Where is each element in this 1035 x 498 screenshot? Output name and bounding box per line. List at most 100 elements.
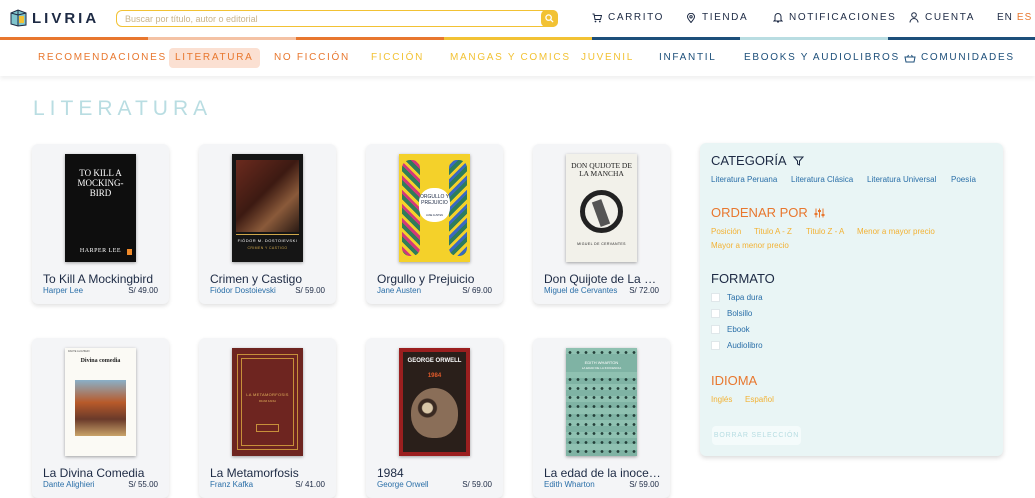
- checkbox[interactable]: [711, 341, 720, 350]
- search-box: [116, 10, 558, 27]
- category-nav: RECOMENDACIONES LITERATURA NO FICCIÓN FI…: [0, 40, 1035, 76]
- nav-recomendaciones[interactable]: RECOMENDACIONES: [32, 48, 173, 68]
- brand-logo[interactable]: LIVRIA: [10, 9, 99, 27]
- book-author[interactable]: Harper Lee: [43, 286, 118, 295]
- book-title[interactable]: Orgullo y Prejuicio: [377, 272, 497, 286]
- format-option-ebook[interactable]: Ebook: [711, 325, 750, 334]
- book-card[interactable]: TO KILL A MOCKING-BIRD HARPER LEE To Kil…: [32, 144, 169, 304]
- sort-option[interactable]: Posición: [711, 227, 741, 236]
- cover-author: MIGUEL DE CERVANTES: [577, 242, 626, 246]
- book-title[interactable]: Crimen y Castigo: [210, 272, 330, 286]
- sort-option[interactable]: Mayor a menor precio: [711, 241, 789, 250]
- nav-literatura[interactable]: LITERATURA: [169, 48, 260, 68]
- search-icon: [545, 14, 554, 23]
- account-label: CUENTA: [925, 12, 975, 23]
- book-logo-icon: [10, 9, 27, 27]
- book-card[interactable]: GEORGE ORWELL 1984 1984 George Orwell S/…: [366, 338, 503, 498]
- language-option[interactable]: Español: [745, 395, 774, 404]
- sort-option[interactable]: Titulo Z - A: [806, 227, 844, 236]
- sort-option[interactable]: Menor a mayor precio: [857, 227, 935, 236]
- cover-title: LA METAMORFOSIS: [246, 392, 289, 397]
- bell-icon: [773, 13, 783, 23]
- sort-option[interactable]: Titulo A - Z: [754, 227, 792, 236]
- book-cover[interactable]: LA METAMORFOSIS FRANZ KAFKA: [232, 348, 303, 456]
- notifications-label: NOTIFICACIONES: [789, 12, 897, 23]
- search-button[interactable]: [541, 10, 558, 27]
- community-icon: [904, 54, 916, 62]
- checkbox[interactable]: [711, 293, 720, 302]
- filter-icon[interactable]: [792, 156, 804, 166]
- cover-author: FIÓDOR M. DOSTOIEVSKI: [237, 238, 298, 243]
- book-author[interactable]: Edith Wharton: [544, 480, 619, 489]
- book-cover[interactable]: FIÓDOR M. DOSTOIEVSKI CRIMEN Y CASTIGO: [232, 154, 303, 262]
- checkbox[interactable]: [711, 309, 720, 318]
- nav-ebooks-audiolibros[interactable]: EBOOKS Y AUDIOLIBROS: [738, 48, 906, 68]
- book-author[interactable]: Fiódor Dostoievski: [210, 286, 285, 295]
- nav-label: COMUNIDADES: [921, 52, 1015, 63]
- nav-label: MANGAS Y COMICS: [450, 52, 571, 63]
- checkbox[interactable]: [711, 325, 720, 334]
- lang-en[interactable]: EN: [997, 12, 1013, 23]
- nav-mangas-comics[interactable]: MANGAS Y COMICS: [444, 48, 577, 68]
- nav-juvenil[interactable]: JUVENIL: [575, 48, 640, 68]
- nav-ficcion[interactable]: FICCIÓN: [365, 48, 430, 68]
- account-link[interactable]: CUENTA: [909, 12, 975, 23]
- book-title[interactable]: 1984: [377, 466, 497, 480]
- cover-title: DON QUIJOTE DE LA MANCHA: [571, 161, 632, 178]
- book-card[interactable]: ORGULLO Y PREJUICIO JANE AUSTEN Orgullo …: [366, 144, 503, 304]
- format-option-bolsillo[interactable]: Bolsillo: [711, 309, 752, 318]
- book-title[interactable]: Don Quijote de La Mancha: [544, 272, 664, 286]
- book-title[interactable]: La edad de la inocencia: [544, 466, 664, 480]
- format-option-audiolibro[interactable]: Audiolibro: [711, 341, 763, 350]
- book-author[interactable]: Jane Austen: [377, 286, 452, 295]
- book-cover[interactable]: DON QUIJOTE DE LA MANCHA MIGUEL DE CERVA…: [566, 154, 637, 262]
- cover-title: TO KILL A MOCKING-BIRD: [77, 168, 124, 198]
- search-input[interactable]: [125, 12, 535, 26]
- book-cover[interactable]: TO KILL A MOCKING-BIRD HARPER LEE: [65, 154, 136, 262]
- cart-link[interactable]: CARRITO: [592, 12, 664, 23]
- book-card[interactable]: FIÓDOR M. DOSTOIEVSKI CRIMEN Y CASTIGO C…: [199, 144, 336, 304]
- book-cover[interactable]: DANTE ALIGHIERI Divina comedia: [65, 348, 136, 456]
- store-link[interactable]: TIENDA: [686, 12, 748, 23]
- book-author[interactable]: Dante Alighieri: [43, 480, 118, 489]
- book-card[interactable]: DANTE ALIGHIERI Divina comedia La Divina…: [32, 338, 169, 498]
- nav-label: RECOMENDACIONES: [38, 52, 167, 63]
- format-option-label: Audiolibro: [727, 341, 763, 350]
- book-title[interactable]: La Divina Comedia: [43, 466, 163, 480]
- nav-comunidades[interactable]: COMUNIDADES: [898, 48, 1021, 68]
- book-cover[interactable]: EDITH WHARTON LA EDAD DE LA INOCENCIA: [566, 348, 637, 456]
- language-option[interactable]: Inglés: [711, 395, 732, 404]
- nav-infantil[interactable]: INFANTIL: [653, 48, 723, 68]
- brand-name: LIVRIA: [32, 9, 100, 27]
- book-price: S/ 41.00: [295, 480, 325, 489]
- book-title[interactable]: La Metamorfosis: [210, 466, 330, 480]
- book-author[interactable]: Franz Kafka: [210, 480, 285, 489]
- nav-no-ficcion[interactable]: NO FICCIÓN: [268, 48, 356, 68]
- category-option[interactable]: Poesía: [951, 175, 976, 184]
- cover-title: ORGULLO Y PREJUICIO: [419, 194, 450, 206]
- book-price: S/ 69.00: [462, 286, 492, 295]
- book-cover[interactable]: ORGULLO Y PREJUICIO JANE AUSTEN: [399, 154, 470, 262]
- nav-label: INFANTIL: [659, 52, 717, 63]
- format-option-tapa-dura[interactable]: Tapa dura: [711, 293, 763, 302]
- book-price: S/ 55.00: [128, 480, 158, 489]
- category-option[interactable]: Literatura Universal: [867, 175, 936, 184]
- notifications-link[interactable]: NOTIFICACIONES: [773, 12, 896, 23]
- cover-title: LA EDAD DE LA INOCENCIA: [581, 366, 622, 370]
- category-option[interactable]: Literatura Peruana: [711, 175, 777, 184]
- sliders-icon[interactable]: [814, 208, 825, 218]
- book-card[interactable]: LA METAMORFOSIS FRANZ KAFKA La Metamorfo…: [199, 338, 336, 498]
- book-author[interactable]: Miguel de Cervantes: [544, 286, 619, 295]
- lang-es[interactable]: ES: [1017, 12, 1032, 23]
- book-cover[interactable]: GEORGE ORWELL 1984: [399, 348, 470, 456]
- nav-label: JUVENIL: [581, 52, 635, 63]
- book-title[interactable]: To Kill A Mockingbird: [43, 272, 163, 286]
- page-title: LITERATURA: [33, 97, 213, 120]
- cart-icon: [592, 13, 602, 22]
- book-author[interactable]: George Orwell: [377, 480, 452, 489]
- book-card[interactable]: DON QUIJOTE DE LA MANCHA MIGUEL DE CERVA…: [533, 144, 670, 304]
- clear-selection-button[interactable]: BORRAR SELECCIÓN: [712, 426, 801, 445]
- category-option[interactable]: Literatura Clásica: [791, 175, 853, 184]
- format-option-label: Ebook: [727, 325, 750, 334]
- book-card[interactable]: EDITH WHARTON LA EDAD DE LA INOCENCIA La…: [533, 338, 670, 498]
